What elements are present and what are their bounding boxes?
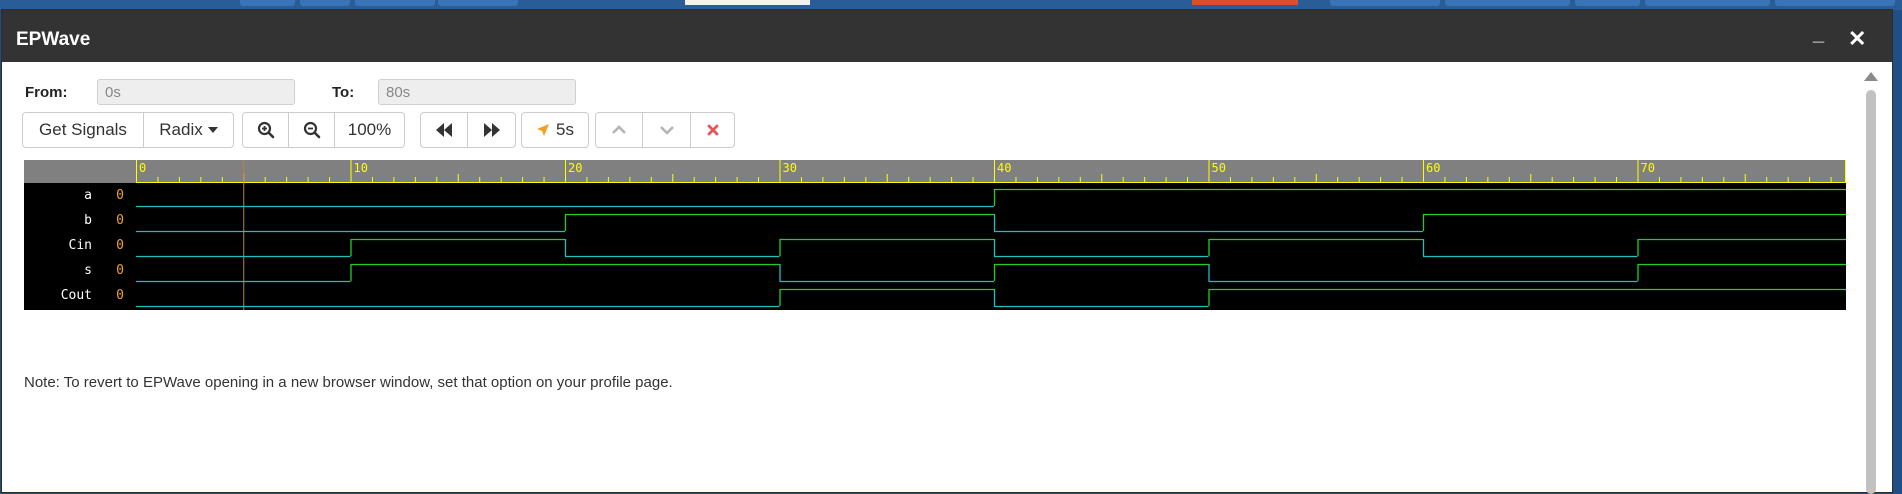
window-titlebar[interactable]: EPWave _ ✕ [2, 10, 1892, 62]
ruler-tick-label: 20 [568, 161, 582, 175]
signal-value-cin: 0 [116, 238, 124, 253]
signal-value-cout: 0 [116, 288, 124, 303]
zoom-out-button[interactable] [289, 112, 335, 148]
waveform-viewer[interactable]: 0 10 20 30 40 50 60 70 a 0 b 0 Cin 0 s 0 Cout 0 [24, 160, 1846, 310]
signal-value-s: 0 [116, 263, 124, 278]
signal-name-a: a [84, 188, 92, 203]
radix-label: Radix [159, 120, 203, 139]
background-tab [300, 0, 350, 6]
signal-name-cin: Cin [69, 238, 92, 253]
waveform-canvas[interactable]: 0 10 20 30 40 50 60 70 a 0 b 0 Cin 0 s 0 Cout 0 [24, 160, 1846, 310]
minimize-button[interactable]: _ [1813, 23, 1824, 46]
background-tab [1775, 0, 1895, 6]
ruler-tick-label: 30 [783, 161, 797, 175]
forward-button[interactable] [468, 112, 516, 148]
scroll-thumb[interactable] [1866, 90, 1876, 494]
background-tab [438, 0, 518, 6]
chevron-down-icon [659, 126, 674, 135]
rewind-button[interactable] [420, 112, 468, 148]
profile-note: Note: To revert to EPWave opening in a n… [24, 374, 673, 391]
epwave-window: EPWave _ ✕ From: To: Get Signals Radix [2, 10, 1892, 494]
caret-down-icon [207, 127, 218, 133]
cursor-time-label: 5s [556, 120, 574, 139]
zoom-level[interactable]: 100% [335, 112, 405, 148]
zoom-in-button[interactable] [242, 112, 289, 148]
chevron-up-icon [612, 125, 626, 134]
remove-signal-button[interactable] [691, 112, 735, 148]
signal-value-a: 0 [116, 188, 124, 203]
time-ruler [24, 160, 1846, 183]
zoom-button-group: 100% [242, 112, 405, 148]
window-title: EPWave [16, 29, 91, 50]
background-tab [355, 0, 435, 6]
to-label: To: [332, 84, 355, 101]
zoom-in-icon [257, 121, 274, 139]
ruler-tick-label: 50 [1212, 161, 1226, 175]
ruler-tick-label: 40 [997, 161, 1011, 175]
cursor-button-group: 5s [521, 112, 589, 148]
from-label: From: [25, 84, 68, 101]
background-tab [1445, 0, 1570, 6]
background-tab [240, 0, 295, 6]
signals-button-group: Get Signals Radix [22, 112, 234, 148]
signal-name-b: b [84, 213, 92, 228]
vertical-scrollbar[interactable] [1862, 72, 1882, 494]
close-button[interactable]: ✕ [1848, 26, 1866, 52]
radix-dropdown[interactable]: Radix [144, 112, 234, 148]
move-up-button[interactable] [595, 112, 643, 148]
ruler-tick-label: 70 [1641, 161, 1655, 175]
scroll-up-arrow-icon[interactable] [1864, 72, 1878, 81]
signal-name-s: s [84, 263, 92, 278]
nav-button-group [420, 112, 516, 148]
signal-value-b: 0 [116, 213, 124, 228]
signal-name-cout: Cout [61, 288, 92, 303]
ruler-tick-label: 60 [1426, 161, 1440, 175]
move-down-button[interactable] [643, 112, 691, 148]
from-input[interactable] [97, 79, 295, 105]
signal-order-button-group [595, 112, 735, 148]
location-arrow-icon [537, 124, 550, 136]
background-tab [1575, 0, 1640, 6]
zoom-out-icon [303, 121, 320, 139]
to-input[interactable] [378, 79, 576, 105]
background-tab [1330, 0, 1440, 6]
backward-icon [436, 123, 452, 137]
forward-icon [483, 123, 500, 137]
ruler-tick-label: 0 [139, 161, 146, 175]
window-content: From: To: Get Signals Radix [2, 62, 1860, 492]
times-icon [707, 124, 718, 136]
ruler-tick-label: 10 [354, 161, 368, 175]
background-panel [1192, 0, 1298, 5]
cursor-time-button[interactable]: 5s [521, 112, 589, 148]
background-tab [1645, 0, 1770, 6]
get-signals-button[interactable]: Get Signals [22, 112, 144, 148]
background-panel [685, 0, 810, 5]
